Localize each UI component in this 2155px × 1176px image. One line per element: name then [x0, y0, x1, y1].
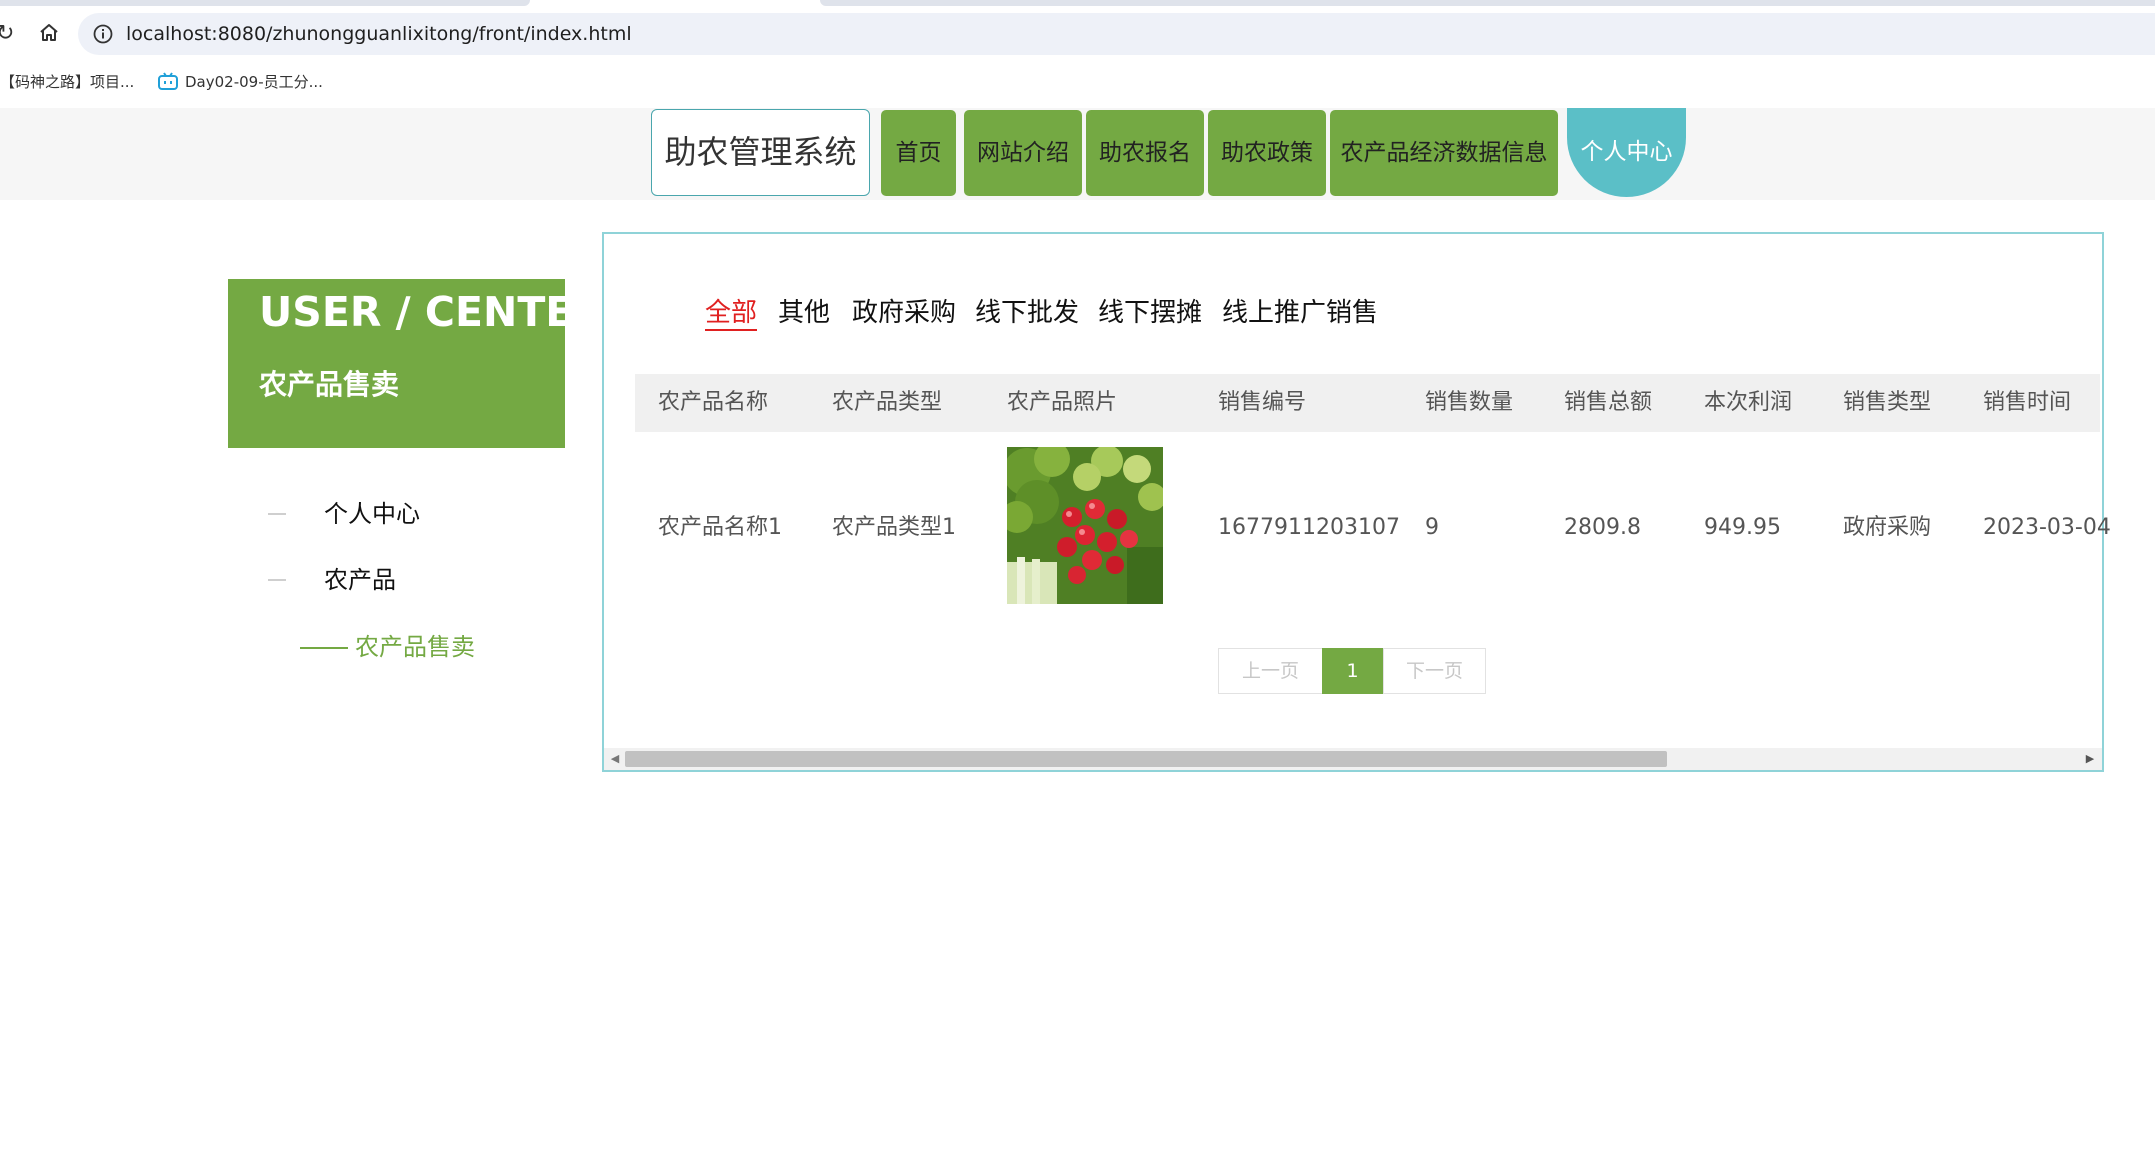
filter-tab-stall[interactable]: 线下摆摊 — [1098, 294, 1202, 332]
cell-product-type: 农产品类型1 — [832, 515, 956, 540]
filter-tab-wholesale[interactable]: 线下批发 — [975, 294, 1079, 332]
filter-tab-all[interactable]: 全部 — [705, 294, 757, 332]
column-header: 销售类型 — [1843, 390, 1932, 415]
dash-icon — [268, 513, 286, 515]
cell-sale-time: 2023-03-04 — [1983, 515, 2111, 540]
current-page-button[interactable]: 1 — [1322, 648, 1383, 694]
active-indicator — [300, 647, 348, 649]
bookmark-item[interactable]: Day02-09-员工分... — [185, 70, 323, 94]
cell-sale-number: 1677911203107 — [1218, 515, 1400, 540]
user-center-subtitle: 农产品售卖 — [259, 368, 400, 401]
cell-quantity: 9 — [1425, 515, 1439, 540]
site-logo[interactable]: 助农管理系统 — [651, 109, 870, 196]
filter-tab-government[interactable]: 政府采购 — [852, 294, 956, 332]
prev-page-button[interactable]: 上一页 — [1218, 648, 1323, 694]
column-header: 农产品照片 — [1007, 390, 1118, 415]
nav-home[interactable]: 首页 — [881, 110, 956, 196]
scrollbar-thumb[interactable] — [625, 751, 1667, 767]
scroll-right-icon[interactable]: ▶ — [2083, 749, 2097, 769]
cell-total: 2809.8 — [1564, 515, 1641, 540]
bookmark-item[interactable]: 【码神之路】项目... — [0, 70, 134, 94]
column-header: 农产品类型 — [832, 390, 943, 415]
nav-economic-data[interactable]: 农产品经济数据信息 — [1330, 110, 1558, 196]
column-header: 销售数量 — [1425, 390, 1514, 415]
cell-product-name: 农产品名称1 — [658, 515, 782, 540]
dash-icon — [268, 579, 286, 581]
nav-intro[interactable]: 网站介绍 — [964, 110, 1082, 196]
column-header: 销售时间 — [1983, 390, 2072, 415]
column-header: 农产品名称 — [658, 390, 769, 415]
browser-tab[interactable] — [0, 0, 530, 6]
user-center-title: USER / CENTER — [259, 288, 605, 336]
reload-icon[interactable]: ↻ — [0, 20, 18, 48]
column-header: 销售总额 — [1564, 390, 1653, 415]
site-info-icon[interactable] — [92, 23, 114, 45]
scroll-left-icon[interactable]: ◀ — [608, 749, 622, 769]
column-header: 本次利润 — [1704, 390, 1793, 415]
bookmarks-bar — [0, 66, 2155, 108]
sidebar-item-products[interactable]: 农产品 — [324, 563, 396, 597]
next-page-button[interactable]: 下一页 — [1383, 648, 1486, 694]
filter-tab-other[interactable]: 其他 — [778, 294, 830, 332]
bilibili-icon — [157, 71, 179, 91]
column-header: 销售编号 — [1218, 390, 1307, 415]
product-photo[interactable] — [1007, 447, 1163, 604]
nav-signup[interactable]: 助农报名 — [1086, 110, 1204, 196]
filter-active-underline — [705, 329, 757, 331]
sidebar-item-user-center[interactable]: 个人中心 — [324, 497, 420, 531]
filter-tab-online[interactable]: 线上推广销售 — [1222, 294, 1378, 332]
nav-policy[interactable]: 助农政策 — [1208, 110, 1326, 196]
cell-profit: 949.95 — [1704, 515, 1781, 540]
url-text[interactable]: localhost:8080/zhunongguanlixitong/front… — [126, 21, 632, 47]
home-icon[interactable] — [34, 18, 64, 48]
cell-sale-type: 政府采购 — [1843, 515, 1932, 540]
sidebar-item-product-sales[interactable]: 农产品售卖 — [355, 630, 475, 664]
browser-tab[interactable] — [820, 0, 2155, 6]
